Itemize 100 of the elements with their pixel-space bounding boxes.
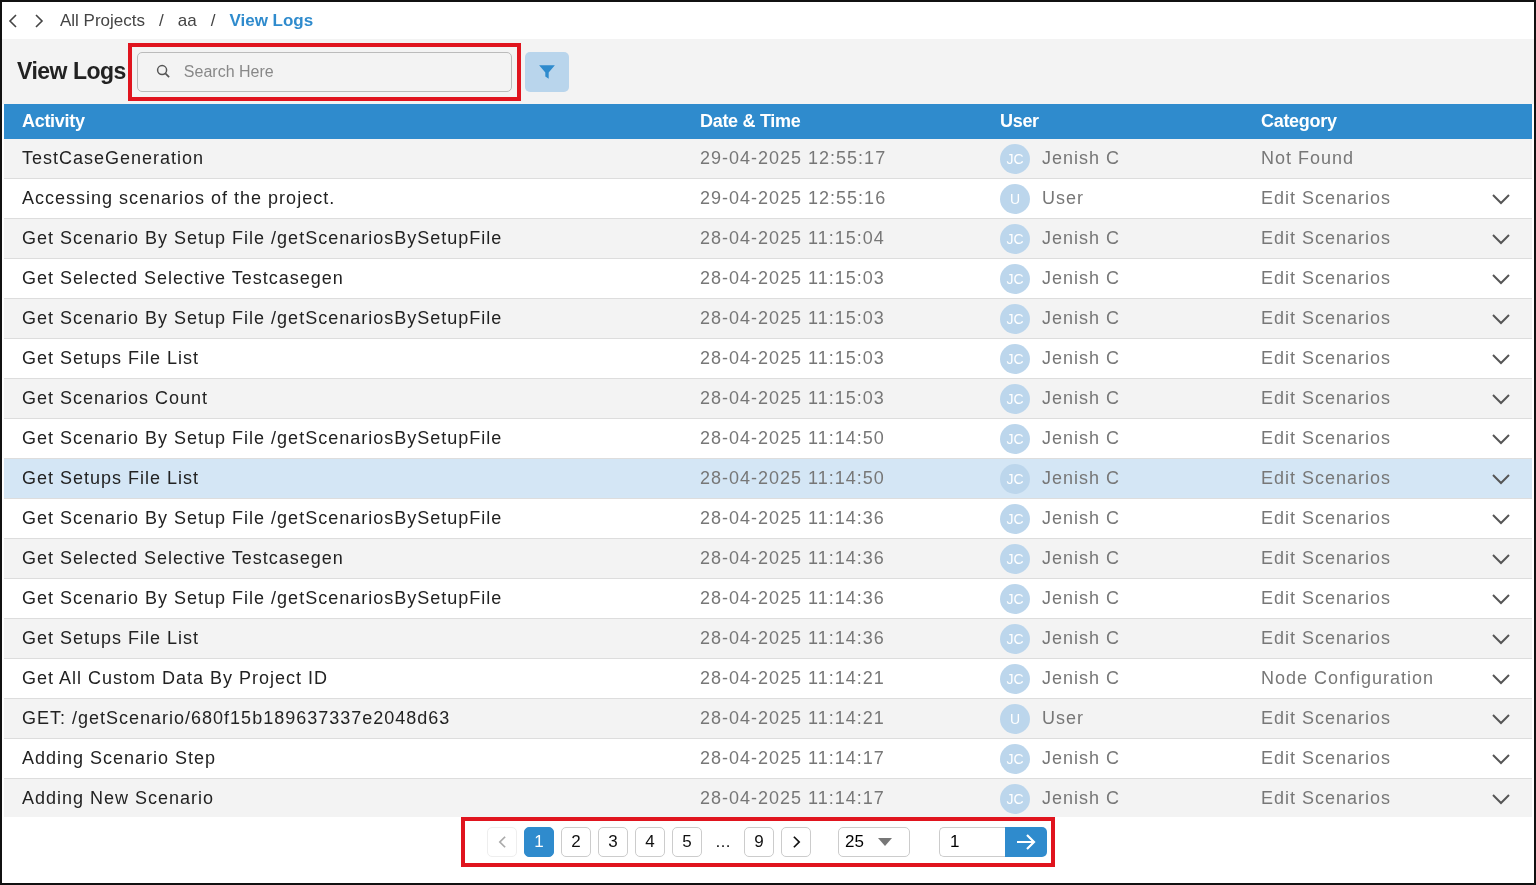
breadcrumb-link[interactable]: View Logs	[229, 10, 314, 31]
go-button[interactable]	[1005, 827, 1047, 857]
user-name: User	[1042, 708, 1084, 729]
user-name: Jenish C	[1042, 668, 1121, 689]
user-name: Jenish C	[1042, 628, 1121, 649]
user-name: User	[1042, 188, 1084, 209]
activity-cell-text: Adding Scenario Step	[21, 748, 218, 769]
chevron-down-icon[interactable]	[1491, 632, 1511, 645]
date-cell-text: 28-04-2025 11:15:04	[700, 228, 886, 249]
date-cell-text: 29-04-2025 12:55:17	[700, 148, 888, 169]
category-cell-text: Edit Scenarios	[1261, 268, 1393, 289]
activity-cell-text: Accessing scenarios of the project.	[21, 188, 337, 209]
category-cell-text: Edit Scenarios	[1261, 308, 1393, 329]
page-button[interactable]: 5	[672, 827, 702, 857]
activity-cell-text: GET: /getScenario/680f15b189637337e2048d63	[21, 708, 452, 729]
activity-cell-text: Get Setups File List	[21, 348, 201, 369]
user-avatar: JC	[1000, 623, 1030, 654]
user-name: Jenish C	[1042, 148, 1121, 169]
table-row[interactable]: Adding New Scenario 28-04-2025 11:14:17 JC Jenish C Edit Scenarios	[4, 779, 1532, 817]
category-cell-text: Edit Scenarios	[1261, 788, 1393, 809]
category-cell-text: Edit Scenarios	[1261, 548, 1393, 569]
table-row[interactable]: Get Scenario By Setup File /getScenariosBySetupFile 28-04-2025 11:15:04 JC Jenish C Edit Scenarios	[4, 219, 1532, 259]
search-field[interactable]: Search Here	[136, 51, 512, 92]
column-header: Date & Time	[700, 111, 802, 132]
activity-cell-text: Get Scenario By Setup File /getScenariosBySetupFile	[21, 508, 504, 529]
activity-cell-text: Get Setups File List	[21, 468, 201, 489]
chevron-down-icon[interactable]	[1491, 792, 1511, 805]
chevron-down-icon[interactable]	[1491, 432, 1511, 445]
page-button[interactable]: 2	[561, 827, 591, 857]
date-cell-text: 29-04-2025 12:55:16	[700, 188, 888, 209]
user-avatar: JC	[1000, 303, 1030, 334]
page-button[interactable]: 9	[744, 827, 774, 857]
page-title: View Logs	[17, 58, 126, 85]
user-avatar: JC	[1000, 143, 1030, 174]
table-row[interactable]: Get Setups File List 28-04-2025 11:14:36 JC Jenish C Edit Scenarios	[4, 619, 1532, 659]
chevron-down-icon[interactable]	[1491, 592, 1511, 605]
chevron-down-icon[interactable]	[1491, 232, 1511, 245]
breadcrumb-separator: /	[159, 10, 164, 31]
chevron-down-icon[interactable]	[1491, 552, 1511, 565]
user-avatar: U	[1000, 183, 1030, 214]
user-avatar: JC	[1000, 343, 1030, 374]
activity-cell-text: TestCaseGeneration	[21, 148, 206, 169]
chevron-down-icon[interactable]	[1491, 392, 1511, 405]
chevron-down-icon[interactable]	[1491, 512, 1511, 525]
activity-cell-text: Get Scenario By Setup File /getScenariosBySetupFile	[21, 428, 504, 449]
date-cell-text: 28-04-2025 11:15:03	[700, 388, 886, 409]
table-row[interactable]: Get Setups File List 28-04-2025 11:14:50 JC Jenish C Edit Scenarios	[4, 459, 1532, 499]
user-avatar: JC	[1000, 743, 1030, 774]
user-name: Jenish C	[1042, 308, 1121, 329]
column-header: Activity	[21, 111, 86, 132]
activity-cell-text: Adding New Scenario	[21, 788, 216, 809]
activity-cell-text: Get Setups File List	[21, 628, 201, 649]
table-row[interactable]: GET: /getScenario/680f15b189637337e2048d63 28-04-2025 11:14:21 U User Edit Scenarios	[4, 699, 1532, 739]
user-name: Jenish C	[1042, 228, 1121, 249]
chevron-down-icon[interactable]	[1491, 472, 1511, 485]
table-row[interactable]: Get Scenarios Count 28-04-2025 11:15:03 JC Jenish C Edit Scenarios	[4, 379, 1532, 419]
chevron-down-icon[interactable]	[1491, 352, 1511, 365]
back-icon[interactable]	[8, 12, 18, 29]
category-cell-text: Edit Scenarios	[1261, 508, 1393, 529]
category-cell-text: Edit Scenarios	[1261, 188, 1393, 209]
user-avatar: JC	[1000, 543, 1030, 574]
user-avatar: JC	[1000, 463, 1030, 494]
table-row[interactable]: Get Scenario By Setup File /getScenariosBySetupFile 28-04-2025 11:15:03 JC Jenish C Edit Scenarios	[4, 299, 1532, 339]
user-name: Jenish C	[1042, 508, 1121, 529]
filter-button[interactable]	[524, 51, 569, 92]
filter-icon	[537, 62, 556, 81]
user-name: Jenish C	[1042, 388, 1121, 409]
user-name: Jenish C	[1042, 548, 1121, 569]
page-size-dropdown[interactable]: 25	[838, 827, 910, 857]
date-cell-text: 28-04-2025 11:14:21	[700, 668, 886, 689]
table-row[interactable]: Get Selected Selective Testcasegen 28-04-2025 11:14:36 JC Jenish C Edit Scenarios	[4, 539, 1532, 579]
user-avatar: JC	[1000, 783, 1030, 814]
breadcrumb-link[interactable]: aa	[177, 10, 197, 31]
page-number-field[interactable]: 1	[939, 827, 1005, 857]
category-cell-text: Edit Scenarios	[1261, 588, 1393, 609]
next-page-button[interactable]	[781, 827, 811, 857]
chevron-down-icon[interactable]	[1491, 272, 1511, 285]
date-cell-text: 28-04-2025 11:14:36	[700, 548, 886, 569]
page-button[interactable]: 3	[598, 827, 628, 857]
caret-down-icon	[877, 838, 892, 846]
chevron-down-icon[interactable]	[1491, 672, 1511, 685]
chevron-down-icon[interactable]	[1491, 712, 1511, 725]
user-name: Jenish C	[1042, 748, 1121, 769]
category-cell-text: Edit Scenarios	[1261, 708, 1393, 729]
column-header: User	[1000, 111, 1040, 132]
chevron-down-icon[interactable]	[1491, 752, 1511, 765]
user-name: Jenish C	[1042, 788, 1121, 809]
user-avatar: JC	[1000, 263, 1030, 294]
date-cell-text: 28-04-2025 11:14:17	[700, 748, 886, 769]
table-row[interactable]: TestCaseGeneration 29-04-2025 12:55:17 JC Jenish C Not Found	[4, 139, 1532, 179]
chevron-down-icon[interactable]	[1491, 312, 1511, 325]
date-cell-text: 28-04-2025 11:15:03	[700, 308, 886, 329]
activity-cell-text: Get All Custom Data By Project ID	[21, 668, 330, 689]
category-cell-text: Not Found	[1261, 148, 1356, 169]
page-button[interactable]: 1	[524, 827, 554, 857]
forward-icon[interactable]	[34, 12, 44, 29]
user-avatar: JC	[1000, 223, 1030, 254]
chevron-down-icon[interactable]	[1491, 192, 1511, 205]
breadcrumb-link[interactable]: All Projects	[60, 10, 146, 31]
page-button[interactable]: 4	[635, 827, 665, 857]
